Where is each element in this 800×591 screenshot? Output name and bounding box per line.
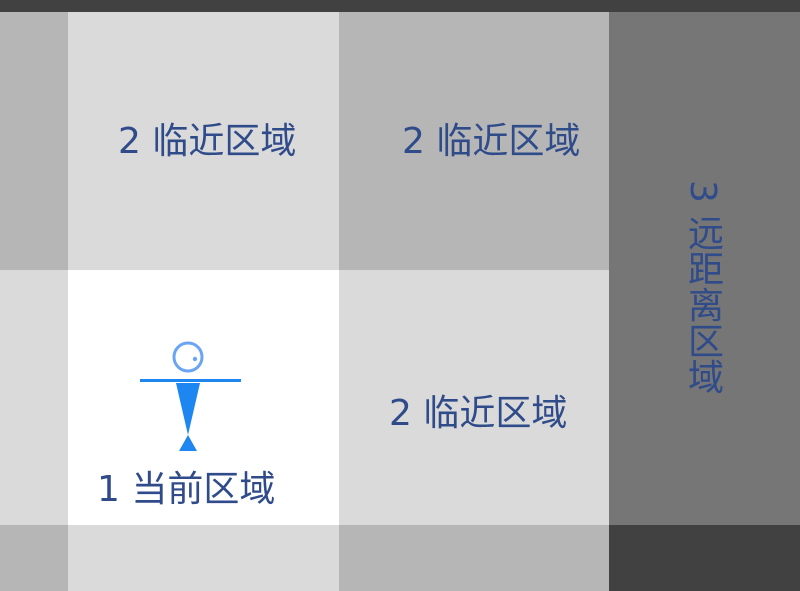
person-figure-icon xyxy=(140,341,241,451)
current-zone-label: 1 当前区域 xyxy=(97,469,276,510)
top-edge-strip xyxy=(0,0,800,12)
far-zone-label: 3 远距离区域 xyxy=(682,180,723,395)
adjacent-zone-label-top-right: 2 临近区域 xyxy=(402,121,581,162)
tile-outer-bottom-far xyxy=(609,525,800,591)
tile-outer-bottom-left xyxy=(0,525,68,591)
adjacent-zone-label-top-left: 2 临近区域 xyxy=(118,121,297,162)
tile-outer-top-left xyxy=(0,12,68,270)
tile-outer-bottom-right xyxy=(339,525,609,591)
tile-outer-bottom-mid xyxy=(68,525,339,591)
tile-outer-mid-left xyxy=(0,270,68,525)
adjacent-zone-label-right: 2 临近区域 xyxy=(389,393,568,434)
